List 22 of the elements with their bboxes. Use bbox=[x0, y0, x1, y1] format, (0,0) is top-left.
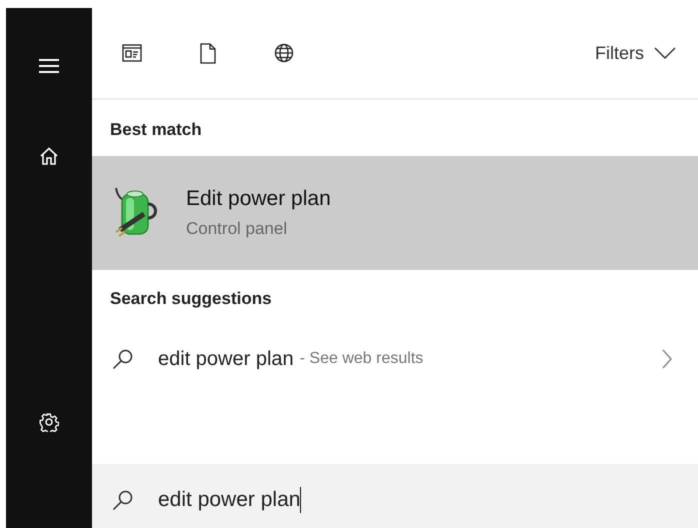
app-window-icon[interactable] bbox=[122, 44, 142, 62]
suggestion-hint: - See web results bbox=[300, 350, 424, 368]
chevron-down-icon bbox=[654, 47, 676, 59]
search-icon bbox=[112, 348, 134, 370]
section-heading: Best match bbox=[109, 119, 203, 141]
globe-icon[interactable] bbox=[274, 43, 294, 63]
result-title: Edit power plan bbox=[186, 187, 331, 211]
suggestion-text: edit power plan bbox=[158, 348, 294, 370]
result-item[interactable]: Edit power plan Control panel bbox=[92, 156, 698, 270]
filters-dropdown[interactable]: Filters bbox=[595, 38, 676, 68]
result-category: Control panel bbox=[186, 219, 288, 239]
search-icon bbox=[112, 489, 134, 511]
menu-icon[interactable] bbox=[39, 59, 59, 73]
document-icon[interactable] bbox=[200, 42, 216, 64]
search-field[interactable]: edit power plan bbox=[92, 464, 698, 528]
settings-icon[interactable] bbox=[39, 412, 59, 432]
home-icon[interactable] bbox=[40, 147, 58, 165]
search-value: edit power plan bbox=[158, 488, 300, 512]
suggestion-item[interactable]: edit power plan - See web results bbox=[92, 328, 698, 390]
chevron-right-icon bbox=[662, 349, 672, 369]
text-cursor bbox=[300, 487, 302, 513]
section-heading: Search suggestions bbox=[109, 288, 273, 310]
